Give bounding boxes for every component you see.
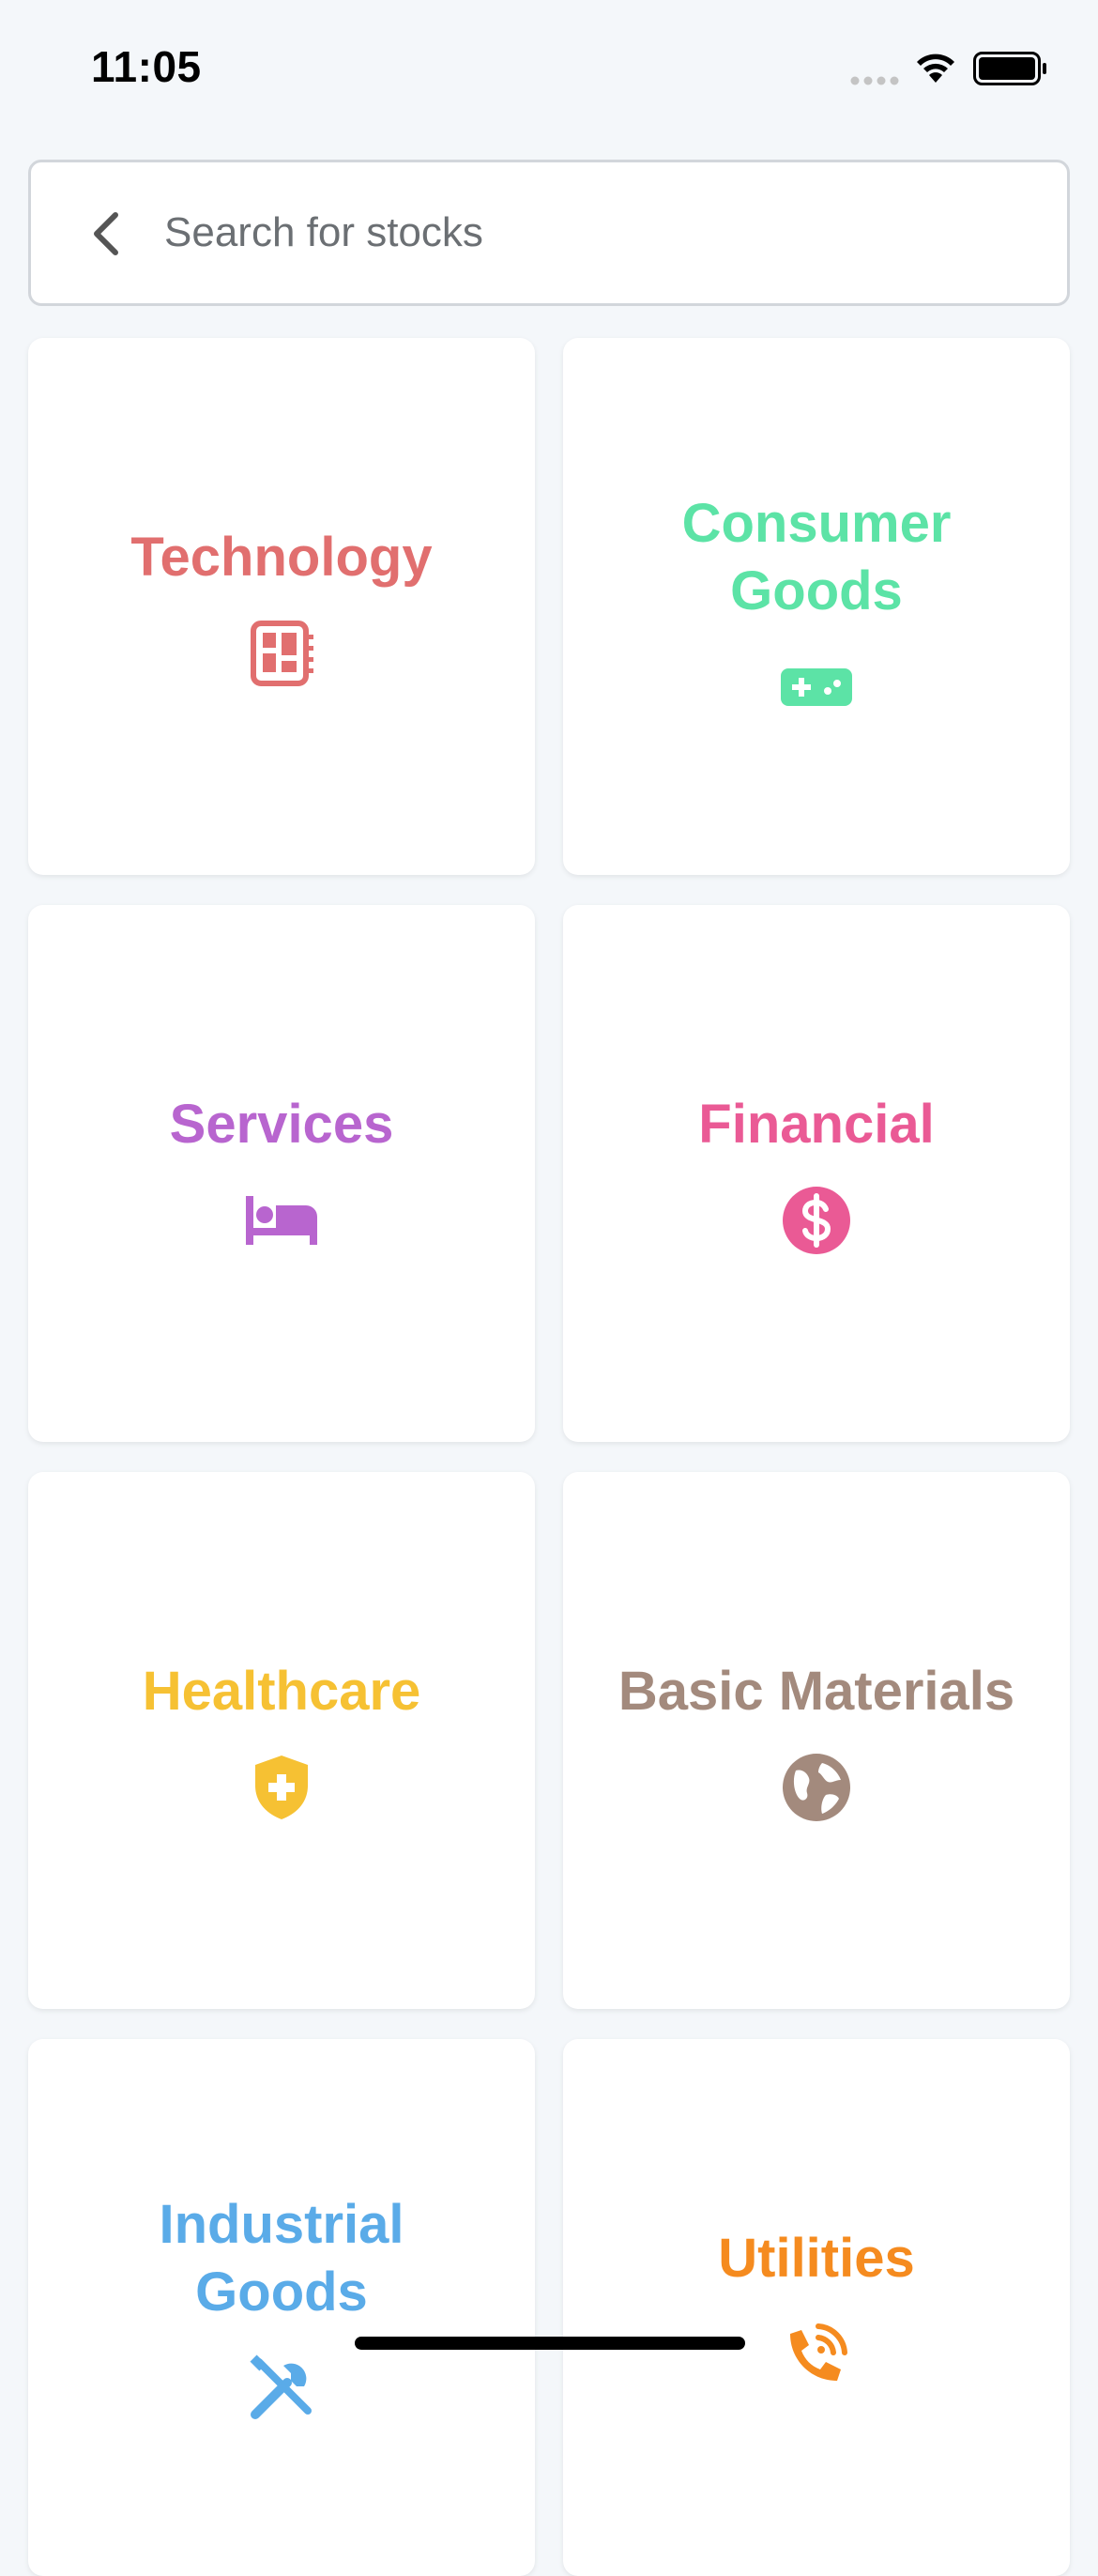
globe-icon <box>783 1754 850 1821</box>
category-card-consumer-goods[interactable]: Consumer Goods <box>563 338 1070 875</box>
category-label: Industrial Goods <box>159 2194 404 2323</box>
shield-plus-icon <box>255 1756 308 1819</box>
battery-icon <box>973 52 1046 85</box>
wifi-icon <box>917 54 954 83</box>
cellular-signal-icon <box>850 76 899 85</box>
status-time: 11:05 <box>91 42 202 91</box>
gamepad-icon <box>781 668 852 706</box>
home-indicator[interactable] <box>355 2337 745 2350</box>
category-card-utilities[interactable]: Utilities <box>563 2039 1070 2576</box>
bed-icon <box>246 1196 317 1245</box>
status-bar: 11:05 <box>0 0 1098 131</box>
category-card-industrial-goods[interactable]: Industrial Goods <box>28 2039 535 2576</box>
phone-wifi-icon <box>790 2323 847 2381</box>
search-bar <box>28 160 1070 306</box>
category-label: Utilities <box>718 2228 915 2289</box>
category-label: Healthcare <box>142 1661 421 1722</box>
category-label: Technology <box>130 527 433 588</box>
category-card-healthcare[interactable]: Healthcare <box>28 1472 535 2009</box>
category-label: Services <box>169 1094 394 1155</box>
category-card-services[interactable]: Services <box>28 905 535 1442</box>
search-input[interactable] <box>164 181 1028 284</box>
category-card-basic-materials[interactable]: Basic Materials <box>563 1472 1070 2009</box>
category-label: Financial <box>698 1094 935 1155</box>
category-label: Consumer Goods <box>681 493 952 621</box>
tools-icon <box>250 2354 312 2419</box>
circuit-board-icon <box>251 621 313 686</box>
category-card-financial[interactable]: Financial <box>563 905 1070 1442</box>
category-label: Basic Materials <box>618 1661 1015 1722</box>
category-card-technology[interactable]: Technology <box>28 338 535 875</box>
chevron-left-icon[interactable] <box>89 211 123 256</box>
dollar-circle-icon <box>783 1187 850 1254</box>
